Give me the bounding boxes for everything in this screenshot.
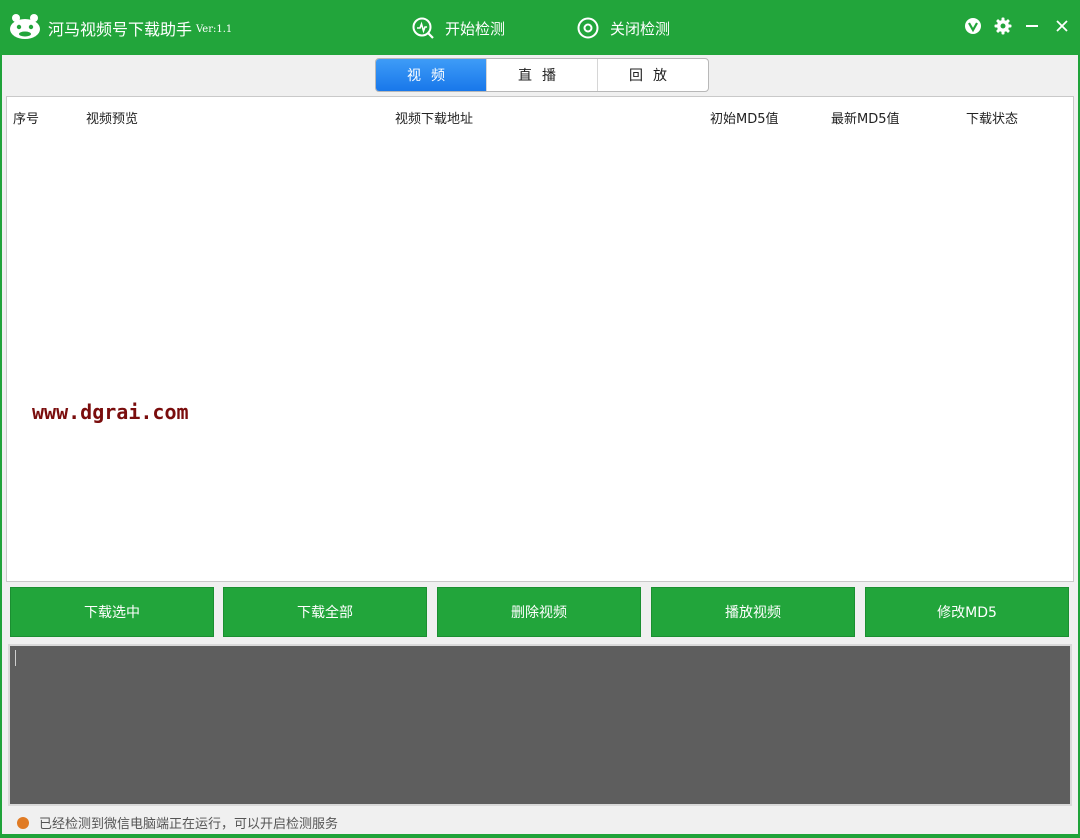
vip-badge-icon [965, 18, 981, 34]
app-title: 河马视频号下载助手 [48, 20, 193, 39]
stop-circle-icon [577, 17, 599, 39]
monitor-start-icon [412, 17, 434, 39]
column-header-preview[interactable]: 视频预览 [86, 108, 138, 127]
minimize-button[interactable] [1021, 15, 1043, 37]
settings-button[interactable] [992, 15, 1014, 37]
column-header-initial-md5[interactable]: 初始MD5值 [710, 108, 779, 127]
text-caret [15, 650, 16, 666]
app-version: Ver:1.1 [196, 24, 233, 35]
status-indicator-icon [17, 816, 29, 829]
status-bar: 已经检测到微信电脑端正在运行，可以开启检测服务 [2, 811, 1078, 834]
column-header-download-status[interactable]: 下载状态 [966, 108, 1018, 127]
stop-detection-label: 关闭检测 [610, 19, 671, 38]
log-output[interactable] [8, 644, 1072, 806]
video-table[interactable]: 序号 视频预览 视频下载地址 初始MD5值 最新MD5值 下载状态 [6, 96, 1074, 582]
media-tabs: 视频 直播 回放 [375, 58, 709, 92]
tab-replay[interactable]: 回放 [598, 59, 708, 91]
status-text: 已经检测到微信电脑端正在运行，可以开启检测服务 [39, 817, 339, 832]
close-icon [1056, 20, 1068, 32]
tab-live[interactable]: 直播 [487, 59, 598, 91]
delete-video-button[interactable]: 删除视频 [437, 587, 641, 637]
action-bar: 下载选中 下载全部 删除视频 播放视频 修改MD5 [10, 587, 1072, 637]
main-content: 视频 直播 回放 序号 视频预览 视频下载地址 初始MD5值 最新MD5值 下载… [2, 55, 1078, 834]
download-all-button[interactable]: 下载全部 [223, 587, 427, 637]
download-selected-button[interactable]: 下载选中 [10, 587, 214, 637]
start-detection-button[interactable]: 开始检测 [411, 15, 505, 41]
modify-md5-button[interactable]: 修改MD5 [865, 587, 1069, 637]
column-header-latest-md5[interactable]: 最新MD5值 [831, 108, 900, 127]
watermark-text: www.dgrai.com [32, 400, 189, 424]
column-header-index[interactable]: 序号 [13, 108, 39, 127]
play-video-button[interactable]: 播放视频 [651, 587, 855, 637]
gear-icon [994, 17, 1012, 35]
stop-detection-button[interactable]: 关闭检测 [576, 15, 670, 41]
vip-button[interactable] [962, 15, 984, 37]
tab-video[interactable]: 视频 [376, 59, 487, 91]
minimize-icon [1026, 25, 1038, 27]
column-header-download-url[interactable]: 视频下载地址 [395, 108, 473, 127]
app-logo-icon [10, 14, 40, 39]
title-bar: 河马视频号下载助手 Ver:1.1 开始检测 关闭检测 [0, 0, 1080, 55]
start-detection-label: 开始检测 [445, 19, 506, 38]
close-button[interactable] [1051, 15, 1073, 37]
